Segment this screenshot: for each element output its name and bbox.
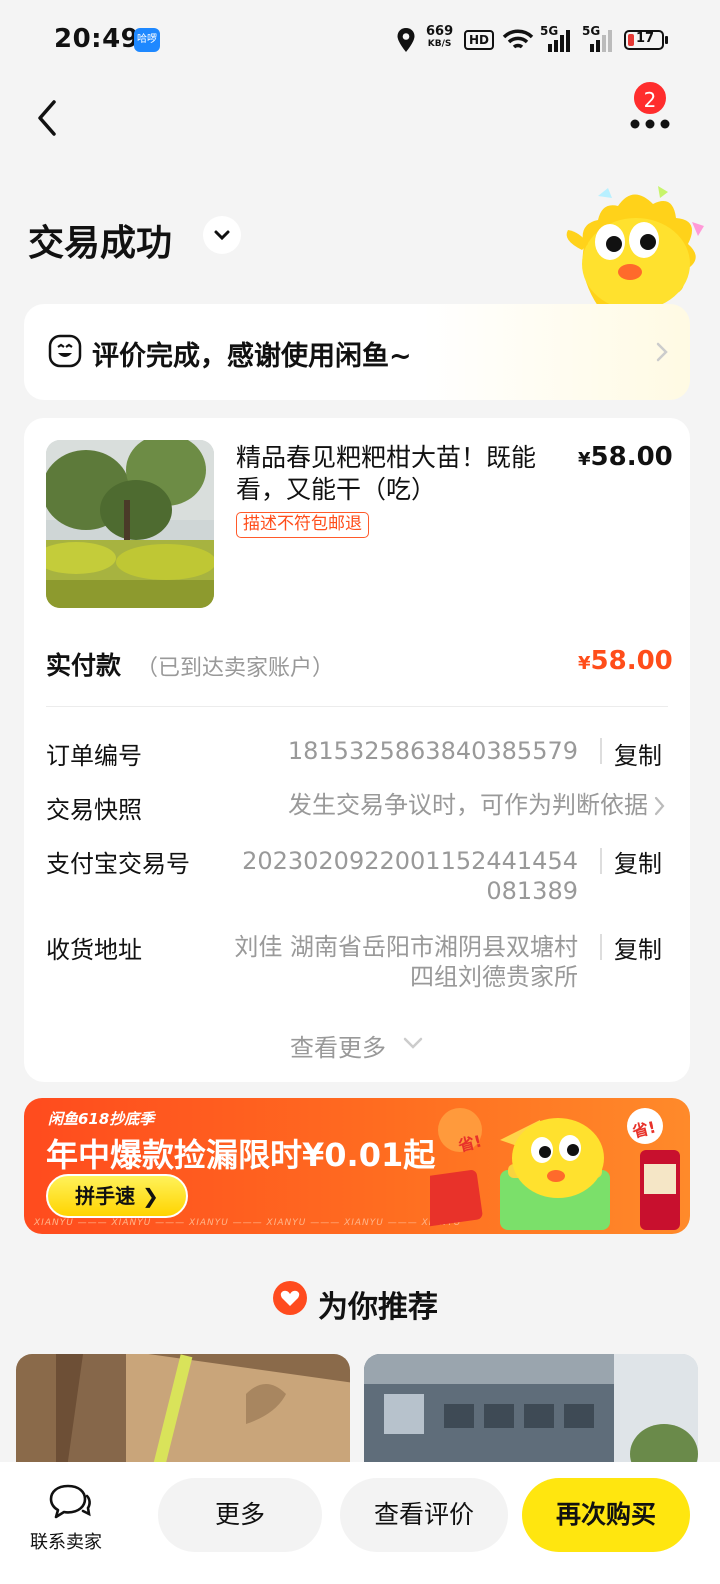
status-time: 20:49: [54, 24, 140, 54]
product-title[interactable]: 精品春见粑粑柑大苗！既能看，又能干（吃）: [236, 442, 546, 506]
chevron-right-icon: [656, 342, 668, 362]
back-icon[interactable]: [30, 96, 70, 140]
location-icon: [397, 28, 415, 52]
banner-footer-text: XIANYU ——— XIANYU ——— XIANYU ——— XIANYU …: [34, 1218, 462, 1228]
chevron-down-icon: [214, 230, 230, 241]
recommend-title: 为你推荐: [318, 1290, 438, 1325]
wifi-icon: [502, 29, 534, 49]
status-bar: 20:49 哈啰 669 KB/S HD 5G 5G 17: [0, 0, 720, 80]
order-number-label: 订单编号: [46, 742, 142, 770]
divider: [46, 706, 668, 707]
status-expand-button[interactable]: [203, 216, 241, 254]
buy-again-button[interactable]: 再次购买: [522, 1478, 690, 1552]
recommend-item-image[interactable]: [16, 1354, 350, 1474]
see-more-button[interactable]: 查看更多: [290, 1028, 386, 1063]
contact-seller-label[interactable]: 联系卖家: [30, 1528, 102, 1554]
chevron-right-icon[interactable]: [652, 794, 668, 818]
heart-icon: [273, 1281, 307, 1315]
recommend-item-image[interactable]: [364, 1354, 698, 1474]
snapshot-value[interactable]: 发生交易争议时，可作为判断依据: [240, 790, 648, 820]
copy-address-button[interactable]: 复制: [614, 930, 662, 965]
battery-icon: 17: [624, 30, 664, 50]
chevron-down-icon[interactable]: [400, 1034, 426, 1052]
order-number-value: 1815325863840385579: [287, 737, 578, 765]
notification-badge: 2: [632, 80, 668, 116]
mascot-illustration: [566, 186, 704, 306]
chat-icon[interactable]: [48, 1482, 92, 1522]
banner-action-button[interactable]: 拼手速 ❯: [46, 1174, 188, 1218]
copy-order-number-button[interactable]: 复制: [614, 736, 662, 771]
review-complete-text: 评价完成，感谢使用闲鱼~: [92, 341, 412, 372]
more-button[interactable]: 更多: [158, 1478, 322, 1552]
separator: [600, 934, 602, 960]
copy-alipay-number-button[interactable]: 复制: [614, 844, 662, 879]
smile-face-icon: [48, 334, 82, 368]
snapshot-label: 交易快照: [46, 796, 142, 824]
separator: [600, 738, 602, 764]
signal-icon-2: [590, 30, 612, 52]
paid-amount: ¥58.00: [578, 646, 673, 676]
view-review-button[interactable]: 查看评价: [340, 1478, 508, 1552]
hd-icon: HD: [464, 30, 495, 50]
return-policy-tag: 描述不符包邮退: [236, 512, 369, 538]
product-image[interactable]: [46, 440, 214, 608]
signal-icon: [548, 30, 570, 52]
address-value: 刘佳 湖南省岳阳市湘阴县双塘村 四组刘德贵家所: [234, 933, 578, 991]
battery-tip: [665, 36, 668, 44]
banner-subtitle: 闲鱼618抄底季: [48, 1110, 155, 1128]
product-price: ¥58.00: [578, 442, 673, 472]
paid-note: （已到达卖家账户）: [136, 656, 335, 681]
alipay-number-label: 支付宝交易号: [46, 850, 190, 878]
banner-title: 年中爆款捡漏限时¥0.01起: [46, 1136, 436, 1174]
order-status-title: 交易成功: [28, 223, 173, 264]
paid-label: 实付款: [46, 651, 122, 680]
network-speed: 669 KB/S: [426, 24, 454, 49]
app-notification-icon: 哈啰: [134, 28, 160, 52]
address-label: 收货地址: [46, 936, 142, 964]
separator: [600, 848, 602, 874]
alipay-number-value: 2023020922001152441454 081389: [242, 847, 578, 905]
